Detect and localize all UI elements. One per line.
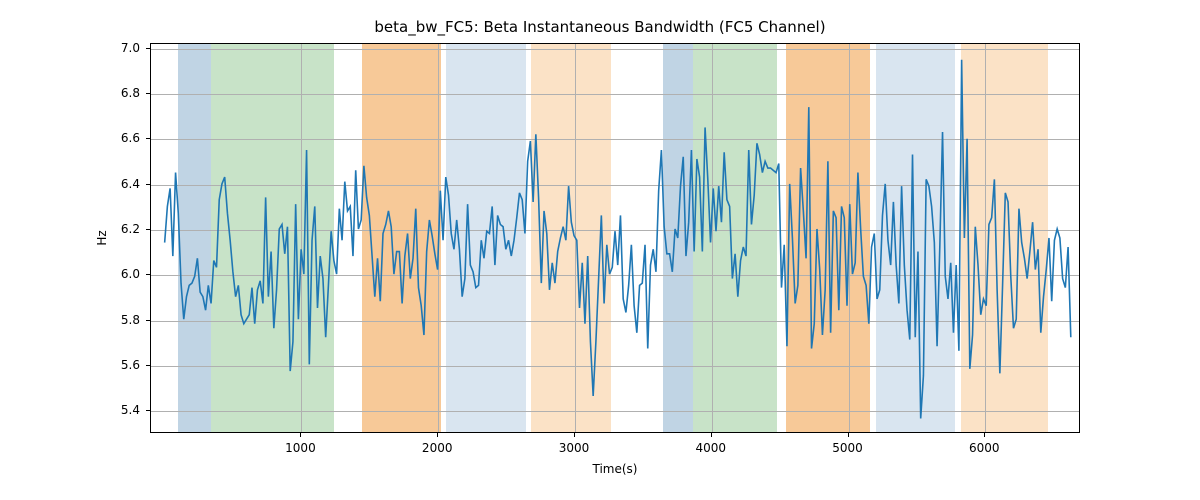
y-tick-label: 6.0 xyxy=(121,267,140,281)
series-line xyxy=(165,60,1071,419)
y-tick-label: 7.0 xyxy=(121,41,140,55)
x-tick-label: 5000 xyxy=(832,441,863,455)
y-axis-label: Hz xyxy=(95,230,109,245)
y-tick-label: 5.8 xyxy=(121,313,140,327)
x-tick-label: 4000 xyxy=(695,441,726,455)
x-tick-label: 2000 xyxy=(422,441,453,455)
figure: beta_bw_FC5: Beta Instantaneous Bandwidt… xyxy=(0,0,1200,500)
x-tick-label: 6000 xyxy=(969,441,1000,455)
y-tick-label: 5.4 xyxy=(121,403,140,417)
y-tick-label: 6.8 xyxy=(121,86,140,100)
y-tick-label: 6.4 xyxy=(121,177,140,191)
chart-title: beta_bw_FC5: Beta Instantaneous Bandwidt… xyxy=(0,18,1200,36)
x-tick-label: 1000 xyxy=(285,441,316,455)
y-tick-label: 6.2 xyxy=(121,222,140,236)
y-tick-label: 6.6 xyxy=(121,131,140,145)
line-plot-svg xyxy=(151,44,1079,432)
plot-area xyxy=(150,43,1080,433)
x-tick-label: 3000 xyxy=(559,441,590,455)
y-tick-label: 5.6 xyxy=(121,358,140,372)
x-axis-label: Time(s) xyxy=(150,462,1080,476)
